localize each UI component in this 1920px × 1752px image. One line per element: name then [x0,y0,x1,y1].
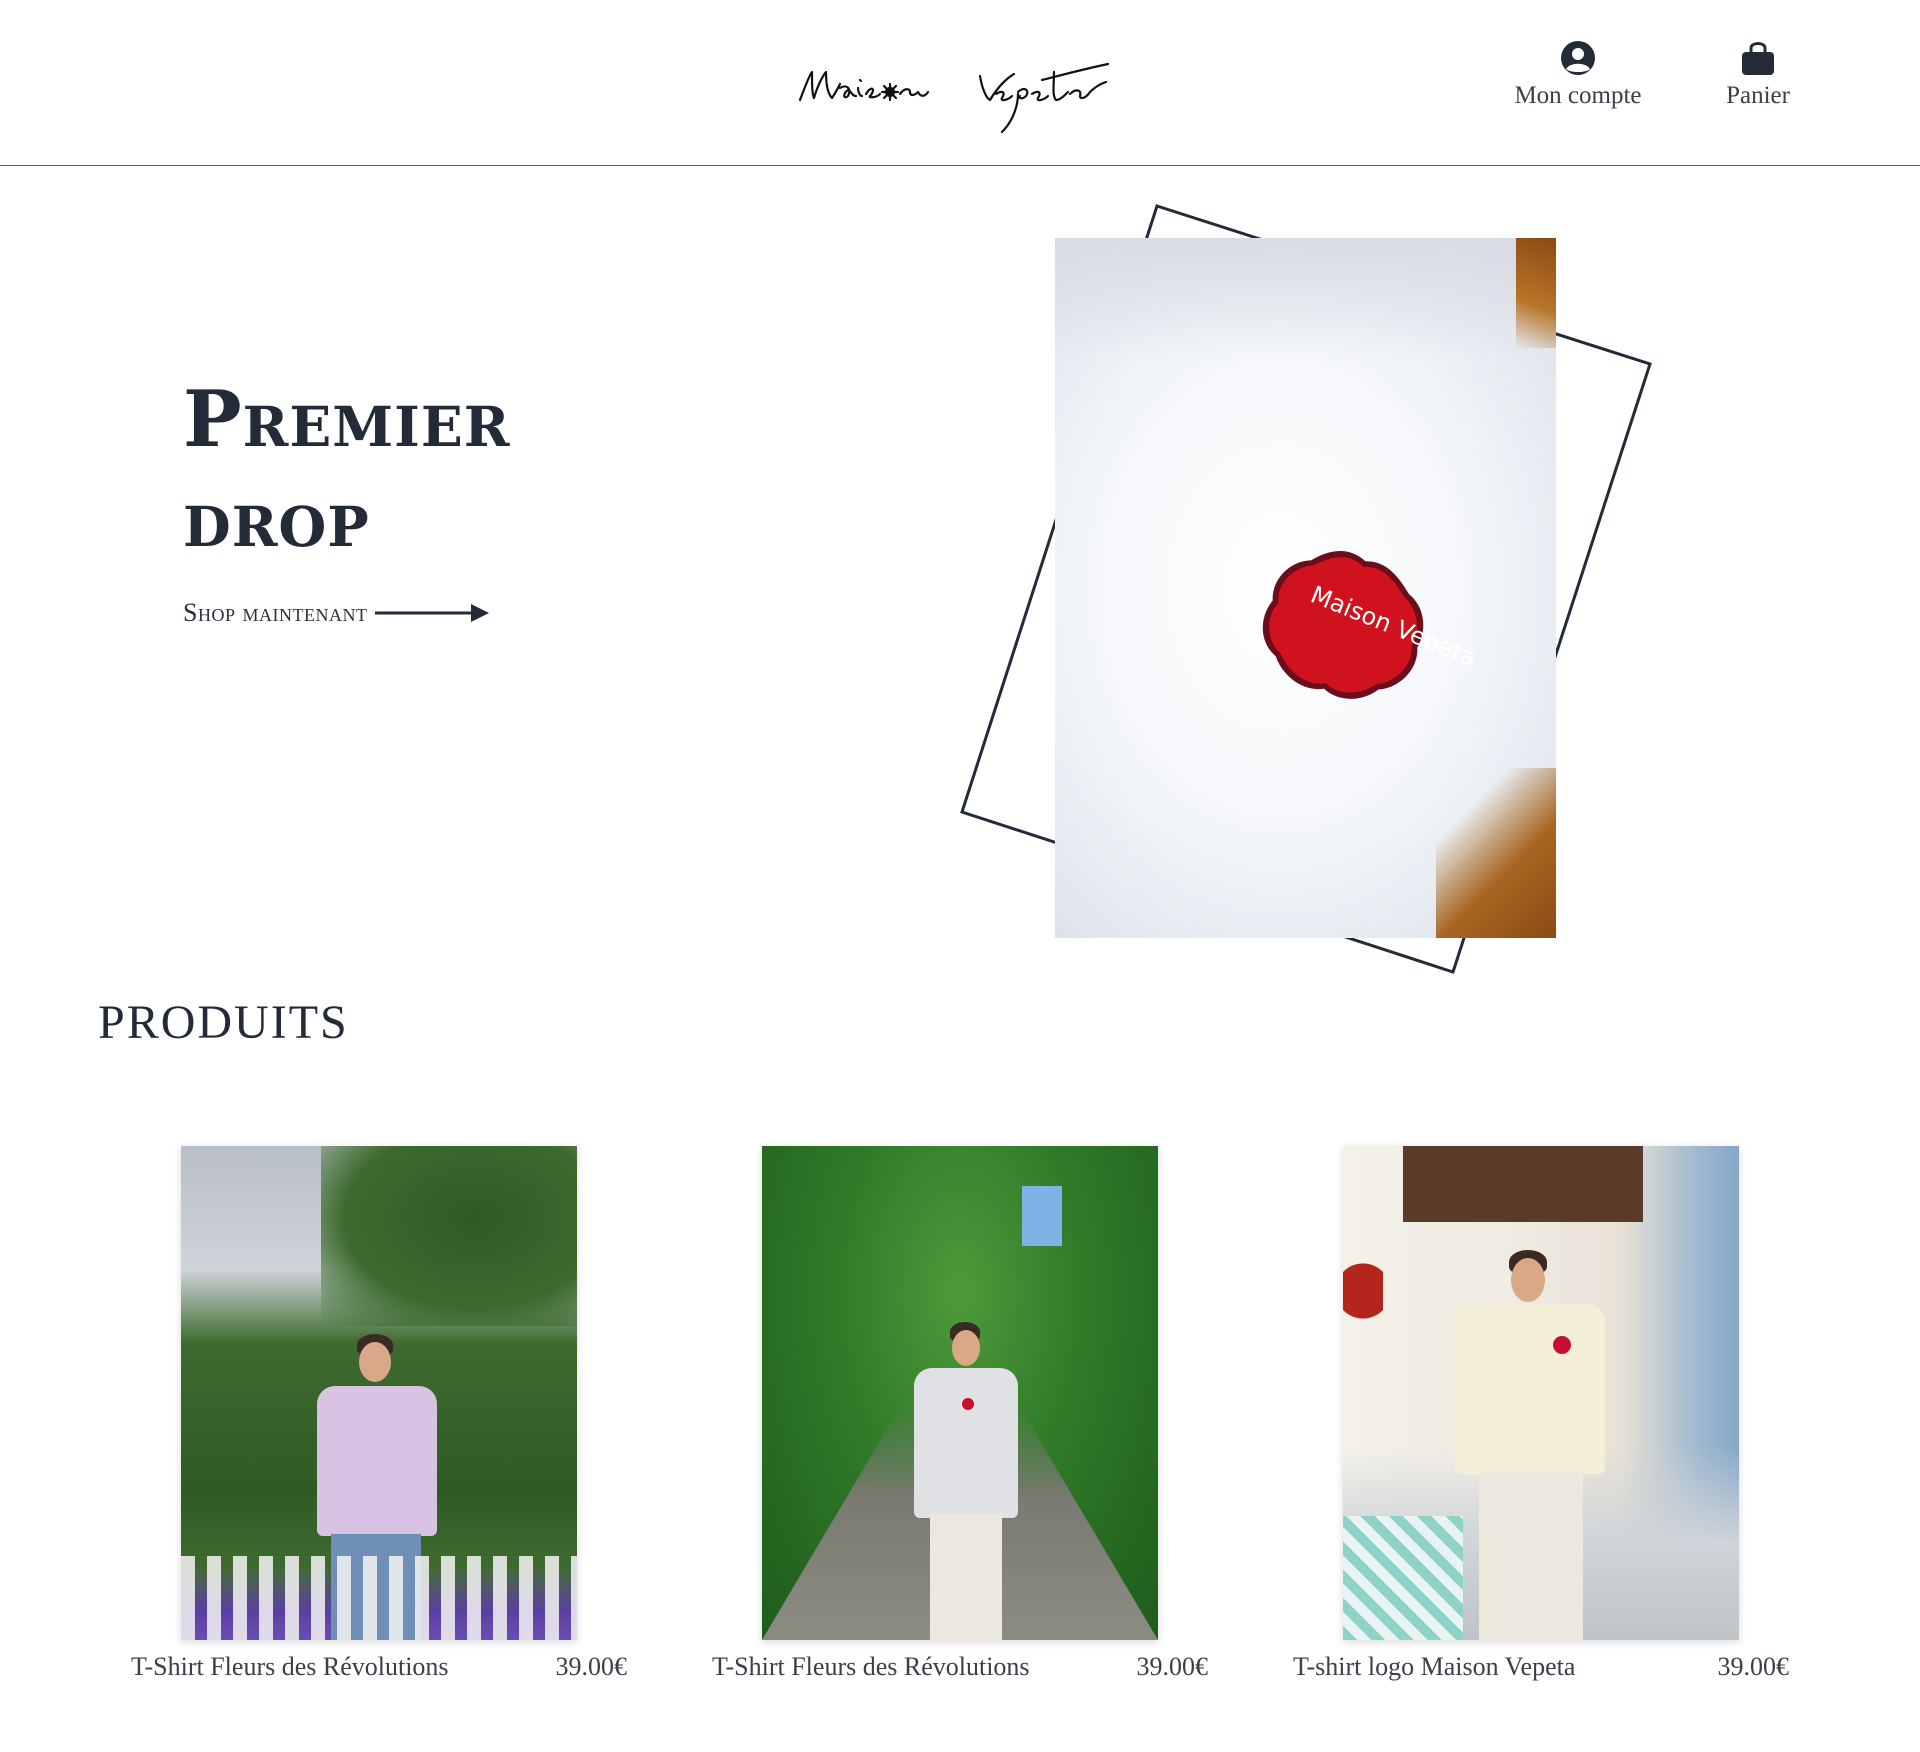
product-name[interactable]: T-Shirt Fleurs des Révolutions [712,1652,1030,1682]
embroidered-badge: Maison Vepeta [1262,551,1480,699]
product-info: T-shirt logo Maison Vepeta 39.00€ [1293,1652,1789,1682]
shirt-logo [1553,1336,1571,1354]
product-card[interactable]: T-Shirt Fleurs des Révolutions 39.00€ [712,1146,1232,1682]
account-link[interactable]: Mon compte [1500,40,1656,110]
product-price: 39.00€ [1136,1652,1209,1681]
person-head [359,1342,391,1382]
hero-title-line2: drop [183,474,370,565]
white-fence [181,1556,577,1640]
product-name[interactable]: T-shirt logo Maison Vepeta [1293,1652,1575,1682]
person-pants [1479,1472,1583,1640]
product-image[interactable] [762,1146,1158,1640]
sky-patch [1022,1186,1062,1246]
logo[interactable] [790,44,1120,134]
patterned-table [1343,1516,1463,1640]
account-label: Mon compte [1514,82,1642,109]
site-header: Mon compte Panier [0,0,1920,166]
shop-now-link[interactable]: Shop maintenant [183,598,491,628]
cart-link[interactable]: Panier [1710,40,1806,110]
hero-title-line1: Premier [183,374,511,465]
person-pants [930,1514,1002,1640]
product-image[interactable] [1343,1146,1739,1640]
product-name[interactable]: T-Shirt Fleurs des Révolutions [131,1652,449,1682]
product-shirt [1455,1304,1605,1474]
arrow-right-icon [375,604,490,622]
awning [1403,1146,1643,1222]
shirt-logo [962,1398,974,1410]
product-info: T-Shirt Fleurs des Révolutions 39.00€ [131,1652,627,1682]
person-head [1511,1258,1545,1302]
product-image[interactable] [181,1146,577,1640]
product-info: T-Shirt Fleurs des Révolutions 39.00€ [712,1652,1208,1682]
product-card[interactable]: T-shirt logo Maison Vepeta 39.00€ [1293,1146,1813,1682]
user-circle-icon [1560,40,1596,76]
hero-title: Premier drop [183,370,603,570]
red-ornament [1343,1226,1383,1356]
shopping-bag-icon [1741,40,1775,76]
rose-bush [321,1146,577,1326]
product-price: 39.00€ [1717,1652,1790,1681]
product-price: 39.00€ [555,1652,628,1681]
shop-now-label: Shop maintenant [183,598,368,627]
hero-visual: Maison Vepeta [940,190,1680,990]
product-card[interactable]: T-Shirt Fleurs des Révolutions 39.00€ [131,1146,651,1682]
products-title: PRODUITS [98,996,349,1049]
product-shirt [317,1386,437,1536]
logo-signature [798,62,1110,134]
hero-photo: Maison Vepeta [1055,238,1556,938]
product-shirt [914,1368,1018,1518]
person-head [952,1330,980,1366]
cart-label: Panier [1726,82,1790,109]
